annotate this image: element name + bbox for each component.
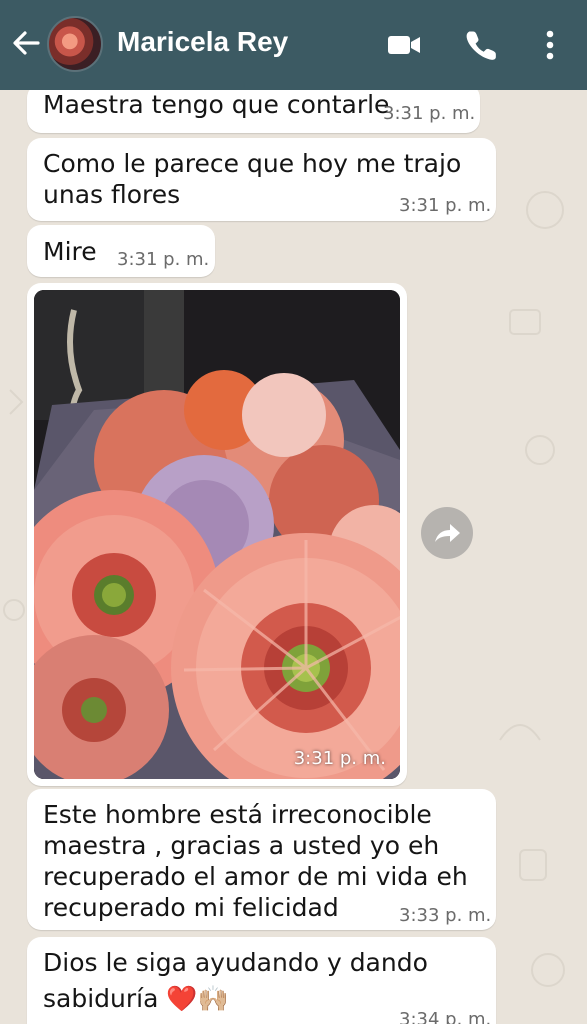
message-text: recuperado mi felicidad: [43, 893, 339, 922]
message-bubble[interactable]: Este hombre está irreconocible maestra ,…: [27, 789, 496, 930]
message-time: 3:34 p. m.: [399, 1009, 492, 1024]
message-time: 3:31 p. m.: [383, 103, 476, 124]
flowers-photo[interactable]: 3:31 p. m.: [34, 290, 400, 779]
chat-header: Maricela Rey: [0, 0, 587, 90]
message-text: Mire: [43, 237, 97, 266]
message-text: sabiduría ❤️🙌🏼: [43, 984, 229, 1013]
message-text: recuperado el amor de mi vida eh: [43, 862, 468, 891]
message-bubble[interactable]: Mire 3:31 p. m.: [27, 225, 215, 277]
message-text: Como le parece que hoy me trajo: [43, 149, 462, 178]
message-text: Maestra tengo que contarle: [43, 90, 390, 119]
phone-call-icon[interactable]: [463, 27, 499, 63]
message-text: maestra , gracias a usted yo eh: [43, 831, 440, 860]
message-bubble[interactable]: Como le parece que hoy me trajo unas flo…: [27, 138, 496, 221]
message-text: Dios le siga ayudando y dando: [43, 948, 428, 977]
image-message-bubble[interactable]: 3:31 p. m.: [27, 283, 407, 786]
more-vert-icon[interactable]: [536, 27, 564, 63]
back-arrow-icon[interactable]: [10, 27, 42, 59]
message-text: Este hombre está irreconocible: [43, 800, 432, 829]
message-bubble[interactable]: Maestra tengo que contarle 3:31 p. m.: [27, 90, 480, 133]
message-text: unas flores: [43, 180, 181, 209]
forward-icon[interactable]: [421, 507, 473, 559]
message-time: 3:31 p. m.: [399, 195, 492, 216]
video-call-icon[interactable]: [386, 27, 422, 63]
chat-area[interactable]: Maestra tengo que contarle 3:31 p. m. Co…: [0, 90, 587, 1024]
message-bubble[interactable]: Dios le siga ayudando y dando sabiduría …: [27, 937, 496, 1024]
image-time: 3:31 p. m.: [293, 748, 386, 769]
message-time: 3:33 p. m.: [399, 905, 492, 926]
message-time: 3:31 p. m.: [117, 249, 210, 270]
contact-name[interactable]: Maricela Rey: [117, 26, 288, 58]
avatar[interactable]: [47, 16, 103, 72]
